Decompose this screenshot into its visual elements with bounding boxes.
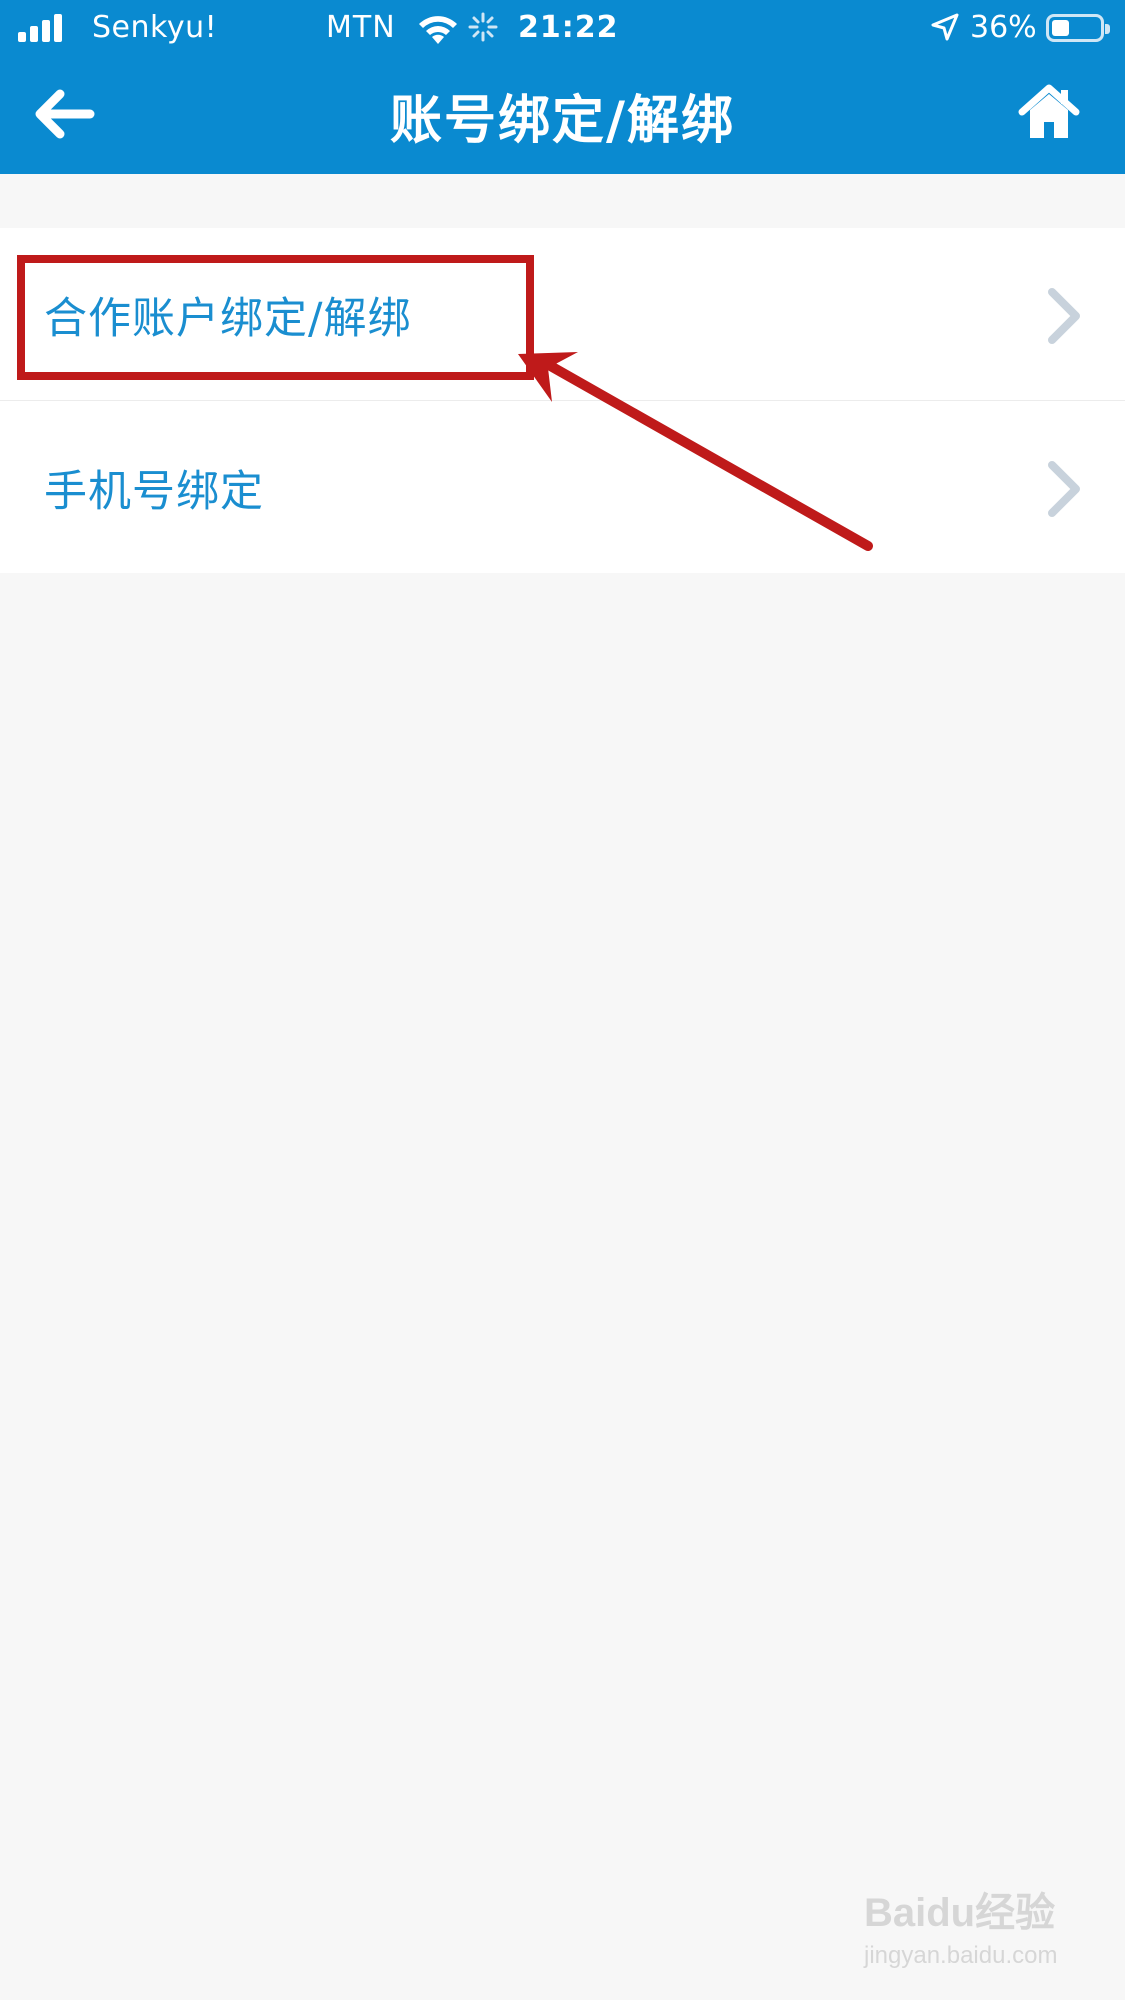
location-arrow-icon: [931, 13, 959, 41]
battery-fill: [1052, 20, 1069, 36]
cellular-signal-icon: [18, 14, 64, 42]
screen: Senkyu! MTN 21:22 36% 账号绑定/解绑 合作账户绑定/解绑 …: [0, 0, 1125, 2000]
settings-list: 合作账户绑定/解绑 手机号绑定: [0, 228, 1125, 573]
page-title: 账号绑定/解绑: [390, 91, 735, 151]
list-item-phone-binding[interactable]: 手机号绑定: [0, 401, 1125, 573]
list-item-label: 合作账户绑定/解绑: [44, 294, 412, 344]
home-icon[interactable]: [1018, 82, 1080, 144]
watermark-brand: Baidu经验: [864, 1891, 1056, 1935]
list-item-partner-account-binding[interactable]: 合作账户绑定/解绑: [0, 228, 1125, 401]
watermark-site: jingyan.baidu.com: [864, 1942, 1058, 1969]
nav-bar: 账号绑定/解绑: [0, 56, 1125, 174]
carrier-network: MTN: [326, 10, 396, 45]
battery-percent: 36%: [970, 10, 1037, 45]
baidu-watermark: Baidu经验 jingyan.baidu.com: [860, 1876, 1100, 1986]
carrier-name: Senkyu!: [92, 10, 218, 45]
list-item-label: 手机号绑定: [44, 467, 264, 517]
status-bar: Senkyu! MTN 21:22 36%: [0, 0, 1125, 56]
clock: 21:22: [518, 10, 619, 45]
chevron-right-icon: [1048, 461, 1080, 517]
loading-spinner-icon: [468, 12, 498, 42]
chevron-right-icon: [1048, 288, 1080, 344]
wifi-icon: [419, 16, 457, 44]
battery-icon: [1046, 14, 1110, 42]
